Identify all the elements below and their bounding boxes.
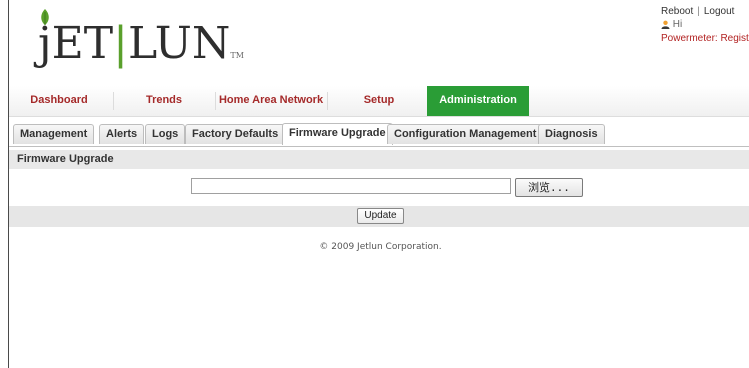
admin-sub-tabs: Management Alerts Logs Factory Defaults … <box>9 122 749 147</box>
user-links: Reboot | Logout Hi Powermeter: Register <box>661 6 749 44</box>
firmware-file-input[interactable] <box>191 178 511 194</box>
user-icon <box>661 20 670 29</box>
tab-diagnosis[interactable]: Diagnosis <box>538 124 605 144</box>
nav-home-area-network[interactable]: Home Area Network <box>215 86 327 116</box>
powermeter-register-link[interactable]: Powermeter: Register <box>661 33 749 44</box>
main-nav: Dashboard Trends Home Area Network Setup… <box>9 86 749 117</box>
greeting-text: Hi <box>672 19 683 30</box>
footer: © 2009 Jetlun Corporation. <box>0 242 749 252</box>
nav-divider <box>113 92 114 110</box>
link-separator: | <box>697 6 700 17</box>
tab-logs[interactable]: Logs <box>145 124 186 144</box>
logout-link[interactable]: Logout <box>704 6 735 17</box>
browse-button[interactable]: 浏览... <box>515 178 583 197</box>
update-button[interactable]: Update <box>357 208 404 224</box>
copyright-text: © 2009 Jetlun Corporation. <box>319 242 442 252</box>
nav-setup[interactable]: Setup <box>329 86 429 116</box>
nav-dashboard[interactable]: Dashboard <box>9 86 109 116</box>
nav-trends[interactable]: Trends <box>115 86 213 116</box>
reboot-link[interactable]: Reboot <box>661 6 693 17</box>
tab-firmware-upgrade[interactable]: Firmware Upgrade <box>282 123 393 145</box>
tab-configuration-management[interactable]: Configuration Management <box>387 124 544 144</box>
panel-title: Firmware Upgrade <box>9 150 749 169</box>
nav-divider <box>327 92 328 110</box>
tab-alerts[interactable]: Alerts <box>99 124 145 144</box>
logo-text: jET|LUNTM <box>38 18 244 69</box>
nav-administration[interactable]: Administration <box>427 86 529 116</box>
tab-factory-defaults[interactable]: Factory Defaults <box>185 124 286 144</box>
tab-management[interactable]: Management <box>13 124 95 144</box>
